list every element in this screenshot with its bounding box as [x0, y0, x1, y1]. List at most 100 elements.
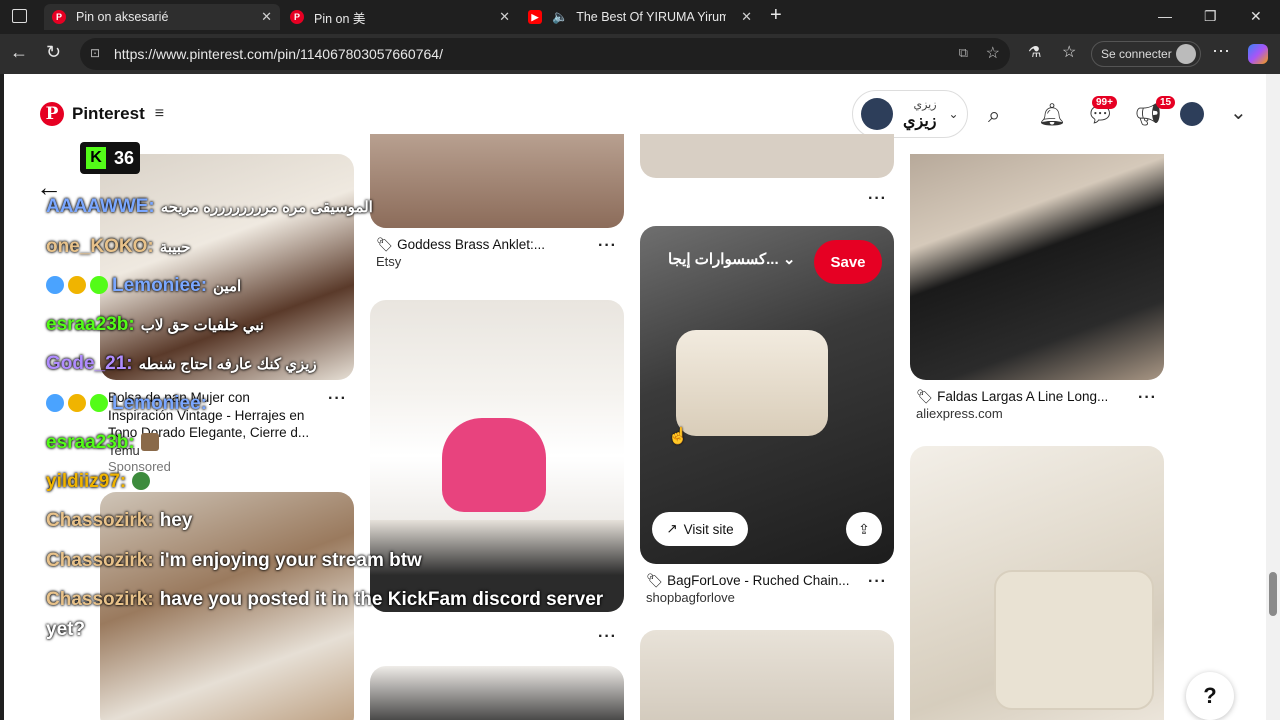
pin-card-corduroy-bag[interactable]: [910, 446, 1164, 720]
arrow-up-right-icon: ↗: [666, 521, 678, 536]
sub-badge-icon: [68, 394, 86, 412]
pin-card-bottom[interactable]: [370, 666, 624, 720]
pin-title[interactable]: 🏷︎ BagForLove - Ruched Chain...: [646, 573, 850, 589]
chat-username: Chassozirk:: [46, 550, 154, 571]
scrollbar-thumb[interactable]: [1269, 572, 1277, 616]
share-icon[interactable]: ⇪: [846, 512, 882, 546]
pin-source[interactable]: Etsy: [376, 254, 401, 269]
site-info-icon[interactable]: ⊡: [90, 46, 100, 60]
chat-username: AAAAWWE:: [46, 196, 155, 217]
sign-in-button[interactable]: Se connecter: [1091, 41, 1201, 67]
pin-card-bag-1[interactable]: [100, 154, 354, 380]
close-window-icon[interactable]: ✕: [1250, 8, 1262, 25]
pinterest-icon: P: [52, 10, 66, 24]
tag-icon: 🏷︎: [376, 237, 394, 252]
new-tab-button[interactable]: +: [770, 4, 782, 27]
chat-username: one_KOKO:: [46, 236, 154, 257]
restore-icon[interactable]: ❐: [1204, 8, 1217, 25]
chevron-down-icon[interactable]: ⌄: [1230, 100, 1247, 125]
close-tab-icon[interactable]: ✕: [261, 9, 272, 25]
account-switcher[interactable]: زيزي زيزي ⌄: [852, 90, 968, 138]
more-options-icon[interactable]: ···: [868, 190, 887, 208]
minimize-icon[interactable]: —: [1158, 8, 1172, 24]
kick-logo-icon: K: [86, 147, 106, 169]
close-tab-icon[interactable]: ✕: [499, 9, 510, 25]
chat-username: esraa23b:: [46, 314, 135, 335]
pin-title[interactable]: 🏷︎ Goddess Brass Anklet:...: [376, 237, 545, 253]
chat-username: Chassozirk:: [46, 589, 154, 610]
pin-card-beige[interactable]: [640, 630, 894, 720]
tag-icon: 🏷︎: [916, 389, 934, 404]
tab-pin-mei[interactable]: P Pin on 美 ✕: [282, 4, 518, 30]
pin-source[interactable]: shopbagforlove: [646, 590, 735, 605]
back-icon[interactable]: ←: [10, 42, 28, 63]
tab-bar: P Pin on aksesarié ✕ P Pin on 美 ✕ ▶ 🔈 Th…: [0, 0, 1280, 34]
pin-title[interactable]: 🏷︎ Faldas Largas A Line Long...: [916, 389, 1108, 405]
visit-site-button[interactable]: ↗ Visit site: [652, 512, 748, 546]
close-tab-icon[interactable]: ✕: [741, 9, 752, 25]
copilot-icon[interactable]: [1248, 44, 1268, 64]
chat-message: Chassozirk: hey: [46, 510, 192, 532]
chat-text: الموسيقى مره مرررررررره مريحه: [160, 199, 373, 216]
board-name: كسسوارات إيجا...: [668, 251, 779, 268]
mouse-cursor-icon: ☝: [668, 428, 688, 445]
pink-bag-image: [442, 418, 546, 512]
notifications-bell-icon[interactable]: 🔔︎: [1038, 102, 1066, 128]
youtube-icon: ▶: [528, 10, 542, 24]
more-options-icon[interactable]: ···: [328, 390, 347, 408]
chat-message: yet?: [46, 619, 85, 641]
pin-card-top[interactable]: [640, 134, 894, 178]
extensions-icon[interactable]: ⚗: [1028, 43, 1041, 61]
chat-text: i'm enjoying your stream btw: [159, 550, 422, 571]
chevron-down-icon: ⌄: [948, 107, 959, 121]
kick-badge-icon: [90, 276, 108, 294]
more-options-icon[interactable]: ···: [598, 628, 617, 646]
scrollbar[interactable]: [1266, 74, 1280, 720]
save-button[interactable]: Save: [814, 240, 882, 284]
favorite-star-icon[interactable]: ☆: [986, 43, 1000, 63]
more-options-icon[interactable]: ···: [868, 573, 887, 591]
messages-badge: 99+: [1092, 96, 1117, 109]
pin-title-text: Goddess Brass Anklet:...: [397, 237, 545, 252]
kick-viewer-badge: K 36: [80, 142, 140, 174]
corduroy-bag-image: [994, 570, 1154, 710]
url-field[interactable]: ⊡ https://www.pinterest.com/pin/11406780…: [80, 38, 1010, 70]
board-selector[interactable]: كسسوارات إيجا... ⌄: [668, 250, 795, 268]
sign-in-label: Se connecter: [1101, 47, 1172, 61]
chat-message: Lemoniee: امين: [46, 275, 241, 297]
chat-message: Lemoniee:: [46, 393, 213, 415]
sub-badge-icon: [68, 276, 86, 294]
tab-yiruma[interactable]: ▶ 🔈 The Best Of YIRUMA Yiruma ✕: [520, 4, 760, 30]
favorites-icon[interactable]: ☆: [1062, 42, 1076, 62]
pin-source[interactable]: aliexpress.com: [916, 406, 1003, 421]
viewer-count: 36: [114, 147, 135, 168]
chat-text: yet?: [46, 619, 86, 640]
more-options-icon[interactable]: ···: [598, 237, 617, 255]
more-options-icon[interactable]: ⋯: [1212, 41, 1230, 62]
chat-username: Chassozirk:: [46, 510, 154, 531]
pin-card-anklet[interactable]: [370, 134, 624, 228]
chat-message: AAAAWWE: الموسيقى مره مرررررررره مريحه: [46, 196, 373, 218]
search-icon[interactable]: ⌕: [988, 102, 1000, 128]
pin-card-skirt[interactable]: [910, 154, 1164, 380]
sidebar-toggle-icon[interactable]: [12, 9, 27, 23]
refresh-icon[interactable]: ↻: [46, 42, 61, 63]
address-bar: ← ↻ ⊡ https://www.pinterest.com/pin/1140…: [0, 34, 1280, 74]
tab-pin-aksesarie[interactable]: P Pin on aksesarié ✕: [44, 4, 280, 30]
tab-title: The Best Of YIRUMA Yiruma: [576, 10, 727, 24]
chat-text: امين: [213, 278, 242, 295]
tag-icon: 🏷︎: [646, 573, 664, 588]
ruched-bag-image: [676, 330, 828, 436]
help-button[interactable]: ?: [1186, 672, 1234, 720]
pin-title-text: Faldas Largas A Line Long...: [937, 389, 1109, 404]
pin-title-text: BagForLove - Ruched Chain...: [667, 573, 850, 588]
menu-icon[interactable]: ≡: [155, 105, 164, 123]
more-options-icon[interactable]: ···: [1138, 389, 1157, 407]
profile-avatar[interactable]: [1180, 102, 1204, 126]
open-in-app-icon[interactable]: ⧉: [959, 45, 968, 61]
chat-message: Chassozirk: i'm enjoying your stream btw: [46, 550, 422, 572]
speaker-icon[interactable]: 🔈: [552, 9, 568, 25]
chat-text: زيزي كنك عارفه احتاج شنطه: [138, 356, 317, 373]
pinterest-logo[interactable]: P Pinterest ≡: [40, 102, 164, 126]
profile-avatar-icon: [1176, 44, 1196, 64]
